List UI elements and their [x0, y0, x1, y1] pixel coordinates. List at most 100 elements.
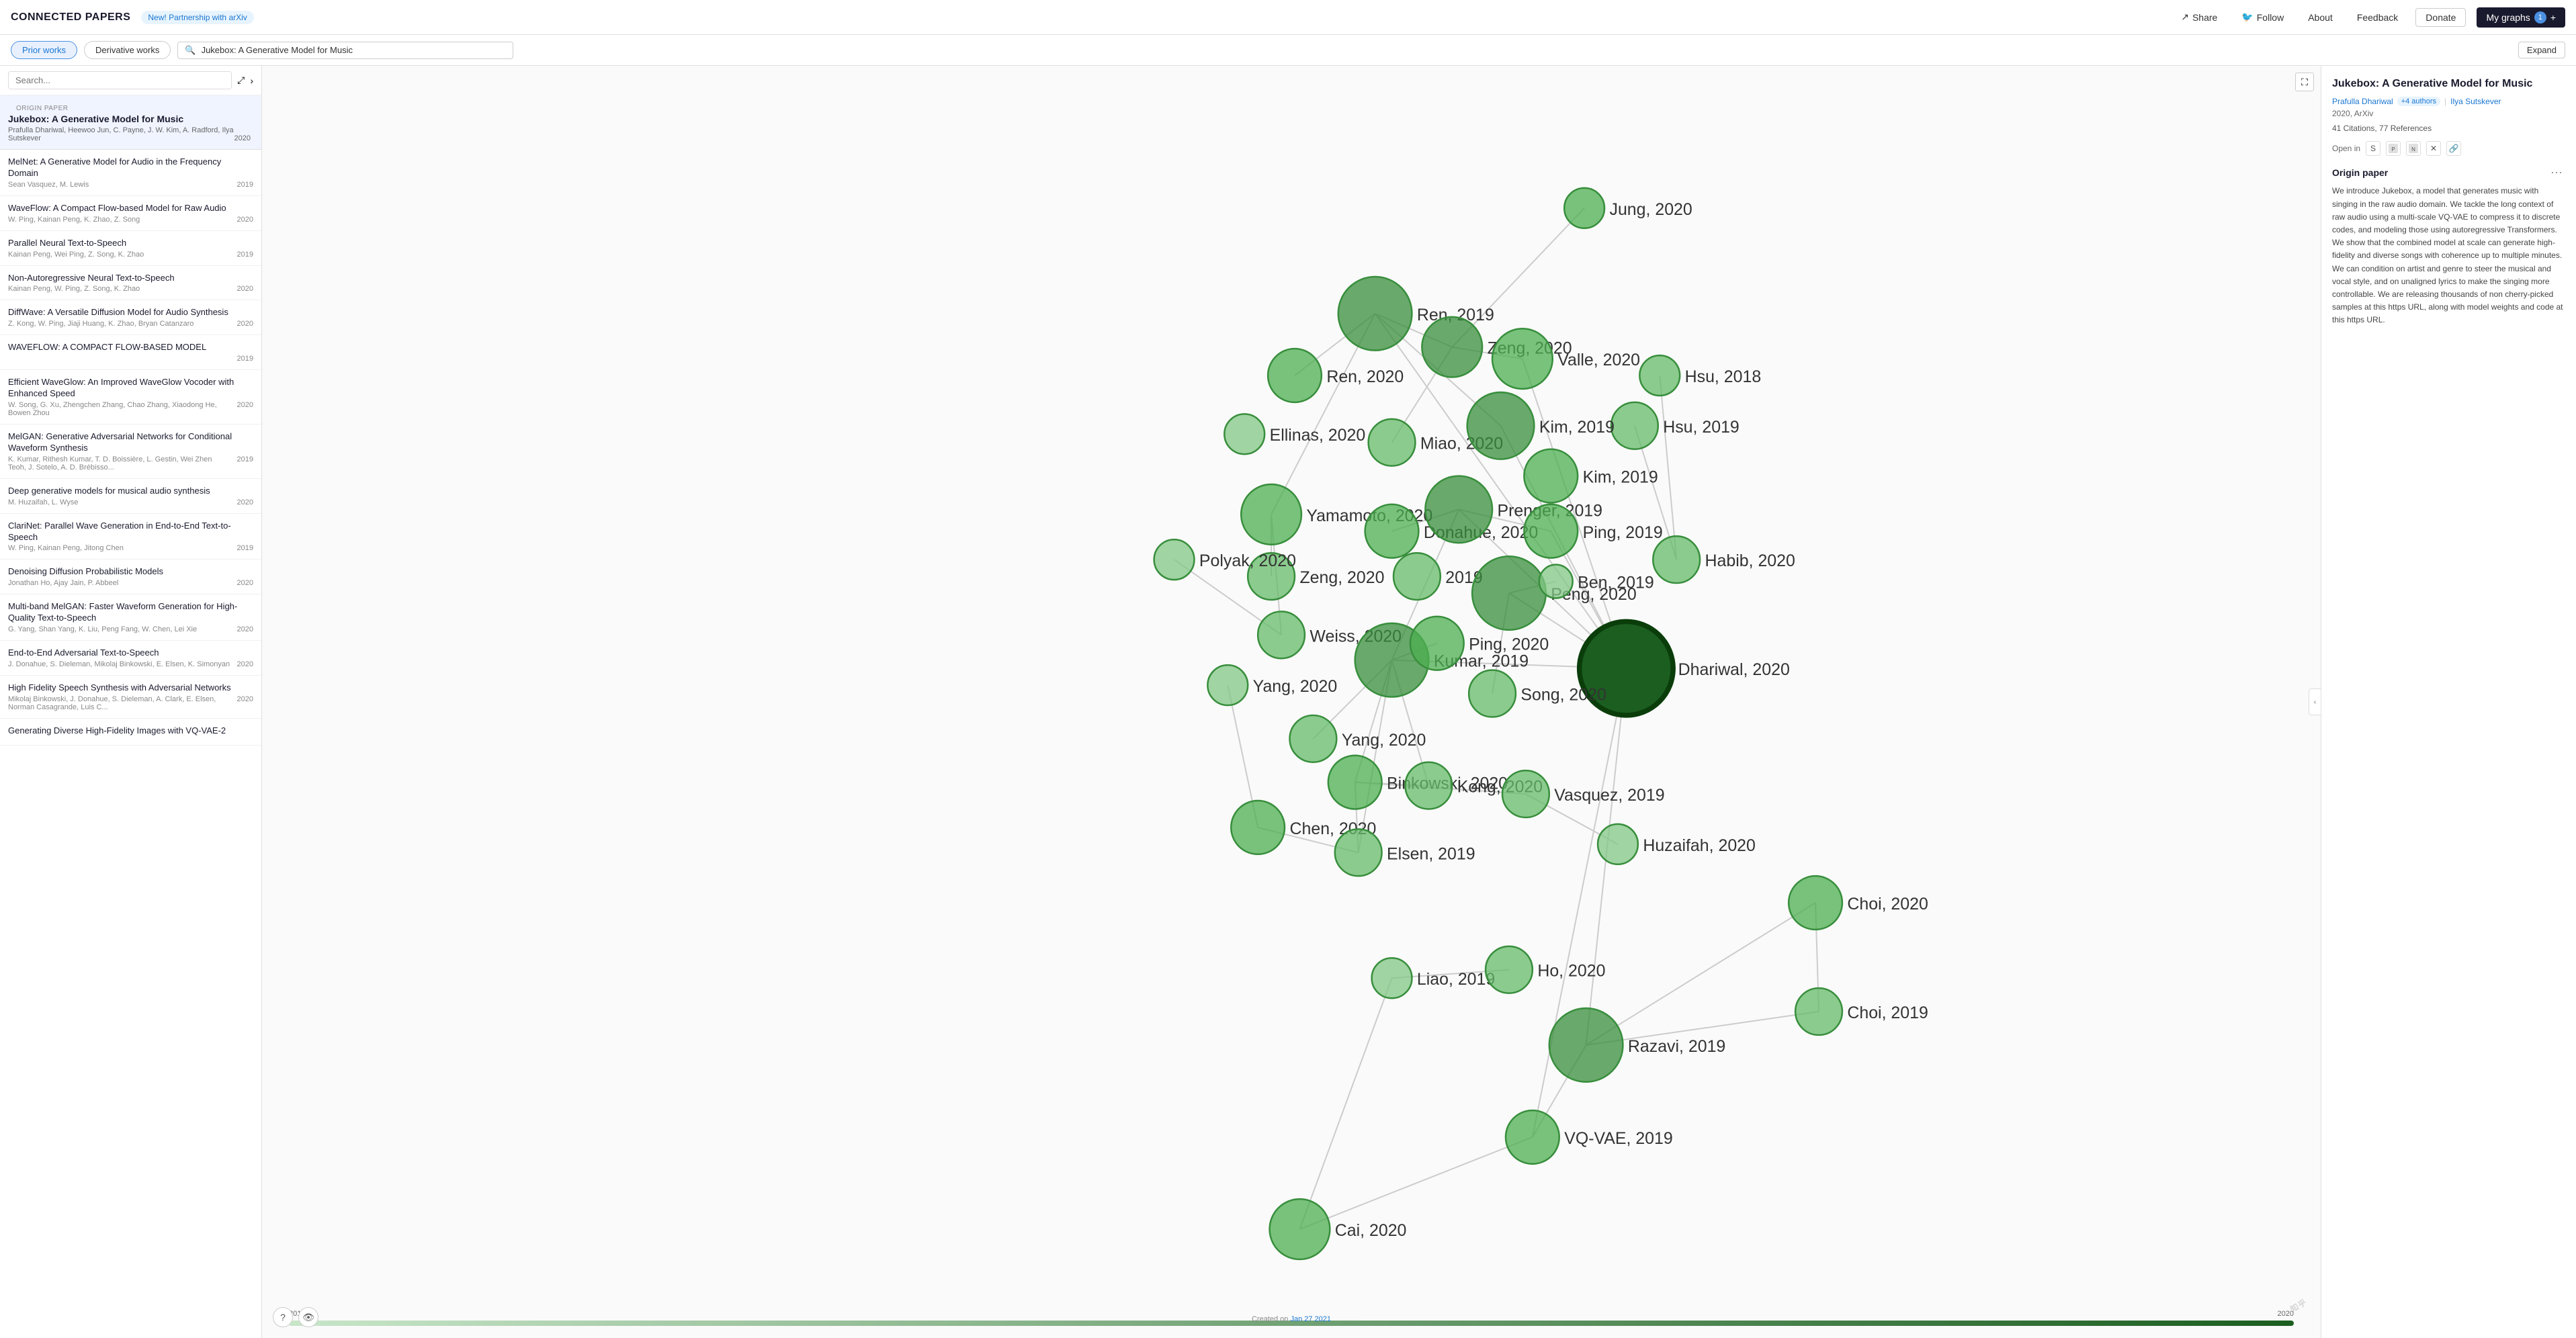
node-label: Ping, 2020: [1469, 635, 1549, 654]
open-link-button[interactable]: 🔗: [2446, 141, 2461, 156]
feedback-button[interactable]: Feedback: [2350, 8, 2405, 27]
open-x-button[interactable]: ✕: [2426, 141, 2441, 156]
fullscreen-button[interactable]: ⛶: [2295, 73, 2314, 91]
node-circle: [1258, 611, 1305, 658]
graph-node[interactable]: Vasquez, 2019: [1502, 770, 1665, 817]
list-item[interactable]: ClariNet: Parallel Wave Generation in En…: [0, 514, 261, 560]
graph-node[interactable]: Ellinas, 2020: [1224, 414, 1365, 454]
graph-node[interactable]: Choi, 2019: [1795, 988, 1928, 1035]
graph-node[interactable]: Zeng, 2020: [1248, 553, 1384, 600]
eye-button[interactable]: 👁: [298, 1307, 318, 1327]
search-icon: 🔍: [185, 45, 196, 56]
share-icon: ↗: [2181, 11, 2189, 23]
list-item[interactable]: End-to-End Adversarial Text-to-Speech J.…: [0, 641, 261, 676]
node-circle: [1598, 824, 1638, 864]
open-in-row: Open in S P N ✕ 🔗: [2332, 141, 2565, 156]
paper-year-venue: 2020, ArXiv: [2332, 109, 2565, 118]
graph-node[interactable]: Ho, 2020: [1486, 946, 1605, 993]
graph-node[interactable]: Liao, 2019: [1372, 958, 1496, 998]
node-circle: [1795, 988, 1842, 1035]
graph-node[interactable]: 2019: [1393, 553, 1483, 600]
author-main[interactable]: Prafulla Dhariwal: [2332, 97, 2393, 106]
logo[interactable]: CONNECTED PAPERS: [11, 11, 130, 24]
graph-node[interactable]: Kim, 2019: [1524, 449, 1658, 503]
share-button[interactable]: ↗ Share: [2174, 7, 2224, 27]
list-item[interactable]: MelNet: A Generative Model for Audio in …: [0, 150, 261, 196]
list-item[interactable]: WAVEFLOW: A COMPACT FLOW-BASED MODEL 201…: [0, 335, 261, 370]
node-circle: [1425, 476, 1492, 543]
node-label: Vasquez, 2019: [1554, 786, 1664, 805]
list-item[interactable]: High Fidelity Speech Synthesis with Adve…: [0, 676, 261, 719]
graph-node[interactable]: VQ-VAE, 2019: [1506, 1110, 1673, 1164]
subheader: Prior works Derivative works 🔍 Expand: [0, 35, 2576, 66]
graph-node[interactable]: Dhariwal, 2020: [1580, 621, 1790, 715]
list-item[interactable]: MelGAN: Generative Adversarial Networks …: [0, 425, 261, 479]
node-circle: [1369, 419, 1416, 466]
node-label: Zeng, 2020: [1299, 568, 1384, 587]
expand-button[interactable]: Expand: [2518, 42, 2565, 58]
author-badge: +4 authors: [2397, 97, 2440, 106]
graph-node[interactable]: Valle, 2020: [1492, 328, 1640, 389]
list-item[interactable]: WaveFlow: A Compact Flow-based Model for…: [0, 196, 261, 231]
list-item[interactable]: Parallel Neural Text-to-Speech Kainan Pe…: [0, 231, 261, 266]
follow-button[interactable]: 🐦 Follow: [2235, 7, 2290, 27]
node-circle: [1422, 317, 1482, 377]
node-label: Ellinas, 2020: [1270, 426, 1366, 445]
graph-controls: ? 👁: [273, 1307, 318, 1327]
node-label: Valle, 2020: [1557, 351, 1640, 369]
list-item[interactable]: Deep generative models for musical audio…: [0, 479, 261, 514]
list-item[interactable]: Multi-band MelGAN: Faster Waveform Gener…: [0, 594, 261, 641]
node-circle: [1393, 553, 1441, 600]
graph-node[interactable]: Hsu, 2018: [1639, 355, 1761, 396]
panel-expand-button[interactable]: ⤢: [237, 75, 245, 86]
graph-node[interactable]: Ping, 2019: [1524, 504, 1662, 558]
node-circle: [1639, 355, 1680, 396]
derivative-works-tab[interactable]: Derivative works: [84, 41, 171, 59]
node-circle: [1154, 539, 1195, 580]
filter-input[interactable]: [8, 71, 232, 89]
help-button[interactable]: ?: [273, 1307, 293, 1327]
graph-node[interactable]: Cai, 2020: [1270, 1199, 1407, 1259]
open-ncbi-button[interactable]: N: [2406, 141, 2421, 156]
donate-button[interactable]: Donate: [2415, 8, 2466, 27]
list-item[interactable]: Denoising Diffusion Probabilistic Models…: [0, 560, 261, 594]
node-circle: [1524, 504, 1578, 558]
node-label: Cai, 2020: [1335, 1221, 1407, 1240]
more-button[interactable]: ···: [2548, 165, 2565, 179]
graph-node[interactable]: Yang, 2020: [1207, 665, 1337, 705]
list-item[interactable]: Non-Autoregressive Neural Text-to-Speech…: [0, 266, 261, 301]
abstract-text: We introduce Jukebox, a model that gener…: [2332, 185, 2565, 326]
node-label: Kim, 2019: [1583, 468, 1658, 487]
mygraphs-button[interactable]: My graphs 1 +: [2477, 7, 2565, 28]
prior-works-tab[interactable]: Prior works: [11, 41, 77, 59]
list-item[interactable]: Generating Diverse High-Fidelity Images …: [0, 719, 261, 746]
graph-toggle-button[interactable]: ‹: [2309, 688, 2321, 715]
graph-node[interactable]: Ren, 2020: [1268, 349, 1404, 402]
graph-node[interactable]: Kim, 2019: [1467, 392, 1615, 459]
list-item[interactable]: Efficient WaveGlow: An Improved WaveGlow…: [0, 370, 261, 425]
node-circle: [1270, 1199, 1330, 1259]
graph-edge: [1299, 978, 1391, 1229]
origin-paper-title[interactable]: Jukebox: A Generative Model for Music: [8, 114, 253, 124]
open-semantic-button[interactable]: S: [2366, 141, 2380, 156]
node-circle: [1486, 946, 1533, 993]
graph-node[interactable]: Habib, 2020: [1653, 536, 1795, 583]
graph-node[interactable]: Razavi, 2019: [1549, 1008, 1726, 1082]
panel-close-button[interactable]: ›: [250, 75, 253, 86]
node-circle: [1611, 402, 1658, 449]
created-date-link[interactable]: Jan 27 2021: [1290, 1315, 1331, 1323]
about-button[interactable]: About: [2301, 8, 2339, 27]
graph-area[interactable]: Dhariwal, 2020Jung, 2020Ren, 2019Ren, 20…: [262, 66, 2321, 1338]
author-secondary[interactable]: Ilya Sutskever: [2450, 97, 2501, 106]
graph-node[interactable]: Jung, 2020: [1564, 188, 1692, 228]
open-pubmed-button[interactable]: P: [2386, 141, 2401, 156]
graph-node[interactable]: Hsu, 2019: [1611, 402, 1740, 449]
graph-node[interactable]: Choi, 2020: [1789, 876, 1928, 930]
graph-edge: [1299, 1137, 1532, 1229]
list-item[interactable]: DiffWave: A Versatile Diffusion Model fo…: [0, 300, 261, 335]
paper-search-input[interactable]: [202, 45, 507, 55]
section-header: Origin paper ···: [2332, 165, 2565, 179]
created-label: Created on Jan 27 2021: [1252, 1315, 1331, 1323]
graph-node[interactable]: Huzaifah, 2020: [1598, 824, 1756, 864]
graph-node[interactable]: Elsen, 2019: [1335, 829, 1475, 876]
